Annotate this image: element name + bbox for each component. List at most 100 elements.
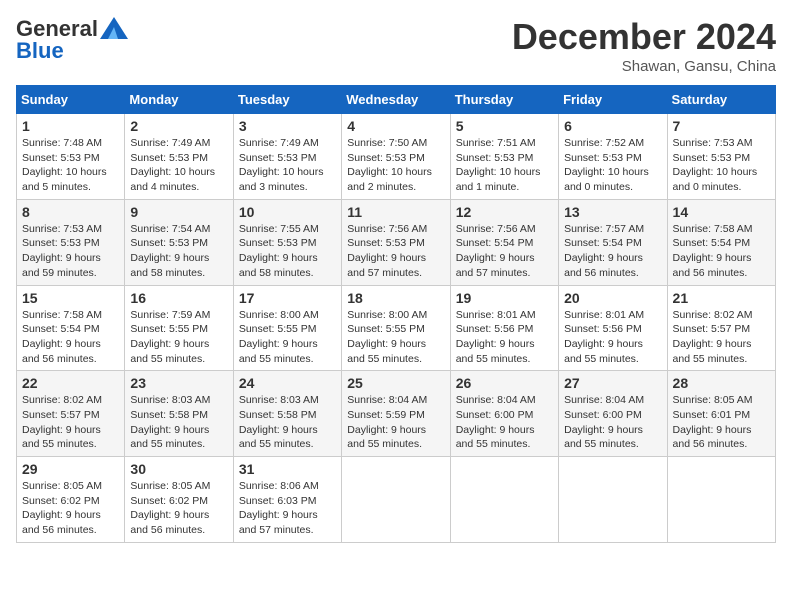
sunset-label: Sunset: 5:53 PM (564, 152, 642, 164)
day-number: 28 (673, 375, 770, 391)
daylight-label: Daylight: 9 hours and 55 minutes. (130, 424, 209, 451)
calendar-day-cell: 28 Sunrise: 8:05 AM Sunset: 6:01 PM Dayl… (667, 371, 775, 457)
daylight-label: Daylight: 9 hours and 55 minutes. (564, 338, 643, 365)
day-info: Sunrise: 8:04 AM Sunset: 5:59 PM Dayligh… (347, 393, 444, 452)
daylight-label: Daylight: 9 hours and 56 minutes. (130, 509, 209, 536)
daylight-label: Daylight: 9 hours and 57 minutes. (239, 509, 318, 536)
sunrise-label: Sunrise: 8:05 AM (22, 480, 102, 492)
day-number: 24 (239, 375, 336, 391)
sunrise-label: Sunrise: 8:02 AM (22, 394, 102, 406)
sunrise-label: Sunrise: 7:56 AM (347, 223, 427, 235)
calendar-day-cell: 25 Sunrise: 8:04 AM Sunset: 5:59 PM Dayl… (342, 371, 450, 457)
day-info: Sunrise: 8:02 AM Sunset: 5:57 PM Dayligh… (22, 393, 119, 452)
day-number: 22 (22, 375, 119, 391)
calendar-day-cell: 20 Sunrise: 8:01 AM Sunset: 5:56 PM Dayl… (559, 285, 667, 371)
sunset-label: Sunset: 5:55 PM (347, 323, 425, 335)
calendar-week-row: 22 Sunrise: 8:02 AM Sunset: 5:57 PM Dayl… (17, 371, 776, 457)
sunrise-label: Sunrise: 7:58 AM (22, 309, 102, 321)
daylight-label: Daylight: 10 hours and 0 minutes. (673, 166, 758, 193)
day-number: 5 (456, 118, 553, 134)
day-info: Sunrise: 7:56 AM Sunset: 5:54 PM Dayligh… (456, 222, 553, 281)
calendar-day-cell: 12 Sunrise: 7:56 AM Sunset: 5:54 PM Dayl… (450, 199, 558, 285)
daylight-label: Daylight: 9 hours and 55 minutes. (239, 424, 318, 451)
daylight-label: Daylight: 9 hours and 58 minutes. (239, 252, 318, 279)
calendar-day-cell: 5 Sunrise: 7:51 AM Sunset: 5:53 PM Dayli… (450, 114, 558, 200)
calendar-week-row: 8 Sunrise: 7:53 AM Sunset: 5:53 PM Dayli… (17, 199, 776, 285)
day-info: Sunrise: 7:57 AM Sunset: 5:54 PM Dayligh… (564, 222, 661, 281)
sunset-label: Sunset: 5:53 PM (130, 237, 208, 249)
sunset-label: Sunset: 5:53 PM (673, 152, 751, 164)
day-info: Sunrise: 8:01 AM Sunset: 5:56 PM Dayligh… (564, 308, 661, 367)
sunrise-label: Sunrise: 8:02 AM (673, 309, 753, 321)
day-info: Sunrise: 8:05 AM Sunset: 6:02 PM Dayligh… (22, 479, 119, 538)
day-number: 29 (22, 461, 119, 477)
daylight-label: Daylight: 9 hours and 55 minutes. (347, 424, 426, 451)
day-info: Sunrise: 7:58 AM Sunset: 5:54 PM Dayligh… (673, 222, 770, 281)
sunset-label: Sunset: 5:57 PM (673, 323, 751, 335)
sunset-label: Sunset: 5:53 PM (239, 152, 317, 164)
day-number: 12 (456, 204, 553, 220)
weekday-header: Monday (125, 86, 233, 114)
sunrise-label: Sunrise: 7:51 AM (456, 137, 536, 149)
calendar-week-row: 29 Sunrise: 8:05 AM Sunset: 6:02 PM Dayl… (17, 457, 776, 543)
calendar-day-cell: 8 Sunrise: 7:53 AM Sunset: 5:53 PM Dayli… (17, 199, 125, 285)
sunset-label: Sunset: 5:54 PM (22, 323, 100, 335)
daylight-label: Daylight: 9 hours and 55 minutes. (456, 424, 535, 451)
daylight-label: Daylight: 10 hours and 1 minute. (456, 166, 541, 193)
daylight-label: Daylight: 10 hours and 3 minutes. (239, 166, 324, 193)
sunset-label: Sunset: 5:53 PM (239, 237, 317, 249)
calendar-day-cell: 9 Sunrise: 7:54 AM Sunset: 5:53 PM Dayli… (125, 199, 233, 285)
day-info: Sunrise: 7:51 AM Sunset: 5:53 PM Dayligh… (456, 136, 553, 195)
day-info: Sunrise: 8:00 AM Sunset: 5:55 PM Dayligh… (239, 308, 336, 367)
day-info: Sunrise: 7:58 AM Sunset: 5:54 PM Dayligh… (22, 308, 119, 367)
calendar-day-cell: 23 Sunrise: 8:03 AM Sunset: 5:58 PM Dayl… (125, 371, 233, 457)
day-info: Sunrise: 7:50 AM Sunset: 5:53 PM Dayligh… (347, 136, 444, 195)
sunrise-label: Sunrise: 7:54 AM (130, 223, 210, 235)
sunset-label: Sunset: 5:53 PM (130, 152, 208, 164)
calendar-day-cell: 11 Sunrise: 7:56 AM Sunset: 5:53 PM Dayl… (342, 199, 450, 285)
day-number: 19 (456, 290, 553, 306)
day-info: Sunrise: 8:03 AM Sunset: 5:58 PM Dayligh… (239, 393, 336, 452)
calendar-day-cell: 15 Sunrise: 7:58 AM Sunset: 5:54 PM Dayl… (17, 285, 125, 371)
sunrise-label: Sunrise: 8:06 AM (239, 480, 319, 492)
sunrise-label: Sunrise: 8:03 AM (239, 394, 319, 406)
sunset-label: Sunset: 6:02 PM (22, 495, 100, 507)
daylight-label: Daylight: 9 hours and 55 minutes. (239, 338, 318, 365)
sunset-label: Sunset: 6:03 PM (239, 495, 317, 507)
sunrise-label: Sunrise: 8:04 AM (564, 394, 644, 406)
daylight-label: Daylight: 9 hours and 56 minutes. (673, 424, 752, 451)
calendar-day-cell: 10 Sunrise: 7:55 AM Sunset: 5:53 PM Dayl… (233, 199, 341, 285)
calendar-day-cell: 30 Sunrise: 8:05 AM Sunset: 6:02 PM Dayl… (125, 457, 233, 543)
calendar-day-cell: 4 Sunrise: 7:50 AM Sunset: 5:53 PM Dayli… (342, 114, 450, 200)
calendar-day-cell: 2 Sunrise: 7:49 AM Sunset: 5:53 PM Dayli… (125, 114, 233, 200)
sunrise-label: Sunrise: 7:56 AM (456, 223, 536, 235)
day-number: 17 (239, 290, 336, 306)
weekday-header: Tuesday (233, 86, 341, 114)
weekday-header: Friday (559, 86, 667, 114)
day-info: Sunrise: 8:01 AM Sunset: 5:56 PM Dayligh… (456, 308, 553, 367)
sunset-label: Sunset: 6:00 PM (456, 409, 534, 421)
day-info: Sunrise: 7:52 AM Sunset: 5:53 PM Dayligh… (564, 136, 661, 195)
calendar-day-cell: 18 Sunrise: 8:00 AM Sunset: 5:55 PM Dayl… (342, 285, 450, 371)
page-header: General Blue December 2024 Shawan, Gansu… (16, 16, 776, 75)
day-info: Sunrise: 8:03 AM Sunset: 5:58 PM Dayligh… (130, 393, 227, 452)
sunrise-label: Sunrise: 7:48 AM (22, 137, 102, 149)
sunrise-label: Sunrise: 7:50 AM (347, 137, 427, 149)
sunrise-label: Sunrise: 7:49 AM (130, 137, 210, 149)
day-number: 14 (673, 204, 770, 220)
calendar-day-cell: 3 Sunrise: 7:49 AM Sunset: 5:53 PM Dayli… (233, 114, 341, 200)
sunrise-label: Sunrise: 8:00 AM (347, 309, 427, 321)
calendar-day-cell: 6 Sunrise: 7:52 AM Sunset: 5:53 PM Dayli… (559, 114, 667, 200)
day-number: 8 (22, 204, 119, 220)
daylight-label: Daylight: 9 hours and 57 minutes. (456, 252, 535, 279)
sunset-label: Sunset: 6:01 PM (673, 409, 751, 421)
daylight-label: Daylight: 9 hours and 56 minutes. (22, 509, 101, 536)
day-info: Sunrise: 8:05 AM Sunset: 6:02 PM Dayligh… (130, 479, 227, 538)
sunrise-label: Sunrise: 8:03 AM (130, 394, 210, 406)
sunrise-label: Sunrise: 8:00 AM (239, 309, 319, 321)
sunrise-label: Sunrise: 8:05 AM (673, 394, 753, 406)
day-info: Sunrise: 8:00 AM Sunset: 5:55 PM Dayligh… (347, 308, 444, 367)
daylight-label: Daylight: 9 hours and 55 minutes. (130, 338, 209, 365)
day-info: Sunrise: 7:56 AM Sunset: 5:53 PM Dayligh… (347, 222, 444, 281)
day-info: Sunrise: 7:53 AM Sunset: 5:53 PM Dayligh… (22, 222, 119, 281)
